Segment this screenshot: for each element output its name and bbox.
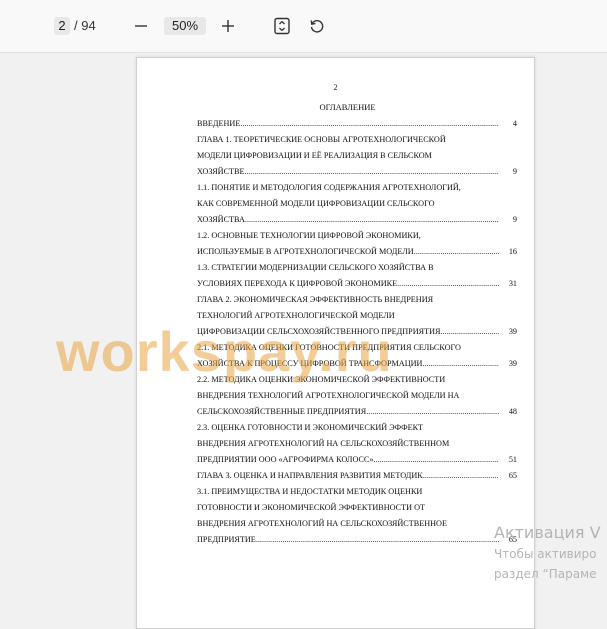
- toc-entry-line: 3.1. ПРЕИМУЩЕСТВА И НЕДОСТАТКИ МЕТОДИК О…: [197, 487, 423, 496]
- document-viewer[interactable]: 2 ОГЛАВЛЕНИЕ ВВЕДЕНИЕ...................…: [0, 53, 607, 629]
- fit-page-button[interactable]: [270, 14, 294, 38]
- toc-entry[interactable]: 2.3. ОЦЕНКА ГОТОВНОСТИ И ЭКОНОМИЧЕСКИЙ Э…: [197, 420, 517, 468]
- page-number: 2: [333, 83, 338, 92]
- toc-entry-line: ВНЕДРЕНИЯ ТЕХНОЛОГИЙ АГРОТЕХНОЛОГИЧЕСКОЙ…: [197, 391, 460, 400]
- document-page: 2 ОГЛАВЛЕНИЕ ВВЕДЕНИЕ...................…: [136, 57, 535, 629]
- toc-entry-line: 2.2. МЕТОДИКА ОЦЕНКИ ЭКОНОМИЧЕСКОЙ ЭФФЕК…: [197, 375, 446, 384]
- rotate-icon: [310, 20, 324, 33]
- toc-page-number: 65: [508, 471, 517, 480]
- zoom-out-button[interactable]: [129, 14, 153, 38]
- toc-entry-text: СЕЛЬСКОХОЗЯЙСТВЕННЫЕ ПРЕДПРИЯТИЯ: [197, 407, 367, 416]
- toc-entry[interactable]: 1.3. СТРАТЕГИИ МОДЕРНИЗАЦИИ СЕЛЬСКОГО ХО…: [197, 260, 517, 292]
- toc-entry-line: 2.3. ОЦЕНКА ГОТОВНОСТИ И ЭКОНОМИЧЕСКИЙ Э…: [197, 423, 424, 432]
- toc-entry-final-line: ПРЕДПРИЯТИЕ.............................…: [197, 532, 517, 548]
- toc-dot-leader: ........................................…: [373, 455, 499, 464]
- toc-entry-final-line: ЦИФРОВИЗАЦИИ СЕЛЬСХОХОЗЯЙСТВЕННОГО ПРЕДП…: [197, 324, 517, 340]
- toc-entry[interactable]: ГЛАВА 1. ТЕОРЕТИЧЕСКИЕ ОСНОВЫ АГРОТЕХНОЛ…: [197, 132, 517, 180]
- fit-page-icon: [274, 17, 290, 35]
- toc-entry[interactable]: 3.1. ПРЕИМУЩЕСТВА И НЕДОСТАТКИ МЕТОДИК О…: [197, 484, 517, 548]
- toc-entry-text: ХОЗЯЙСТВЕ: [197, 167, 245, 176]
- toc-entry-text: ЦИФРОВИЗАЦИИ СЕЛЬСХОХОЗЯЙСТВЕННОГО ПРЕДП…: [197, 327, 441, 336]
- toc-dot-leader: ........................................…: [397, 279, 499, 288]
- toc-entry-text: ВВЕДЕНИЕ: [197, 119, 241, 128]
- toc-page-number: 16: [508, 247, 517, 256]
- toc-entry-line: ГОТОВНОСТИ И ЭКОНОМИЧЕСКОЙ ЭФФЕКТИВНОСТИ…: [197, 503, 426, 512]
- toc-entry-text: ИСПОЛЬЗУЕМЫЕ В АГРОТЕХНОЛОГИЧЕСКОЙ МОДЕЛ…: [197, 247, 414, 256]
- toc-title: ОГЛАВЛЕНИЕ: [319, 102, 376, 112]
- toc-entry[interactable]: ГЛАВА 2. ЭКОНОМИЧЕСКАЯ ЭФФЕКТИВНОСТЬ ВНЕ…: [197, 292, 517, 340]
- zoom-level[interactable]: 50%: [164, 17, 206, 35]
- toc-entry[interactable]: 1.1. ПОНЯТИЕ И МЕТОДОЛОГИЯ СОДЕРЖАНИЯ АГ…: [197, 180, 517, 228]
- rotate-button[interactable]: [305, 14, 329, 38]
- toc-entry-final-line: ХОЗЯЙСТВА...............................…: [197, 212, 517, 228]
- toc-entry-final-line: УСЛОВИЯХ ПЕРЕХОДА К ЦИФРОВОЙ ЭКОНОМИКЕ..…: [197, 276, 517, 292]
- toc-entry-line: ВНЕДРЕНИЯ АГРОТЕХНОЛОГИЙ НА СЕЛЬСКОХОЗЯЙ…: [197, 519, 447, 528]
- toc-dot-leader: ........................................…: [413, 247, 499, 256]
- toc-page-number: 65: [508, 535, 517, 544]
- toc-page-number: 51: [508, 455, 517, 464]
- toc-dot-leader: ........................................…: [240, 119, 499, 128]
- current-page-input[interactable]: 2: [54, 17, 70, 35]
- zoom-in-button[interactable]: [216, 14, 240, 38]
- total-pages-label: / 94: [74, 18, 96, 33]
- table-of-contents: ВВЕДЕНИЕ................................…: [197, 116, 517, 548]
- toc-entry[interactable]: 2.1. МЕТОДИКА ОЦЕНКИ ГОТОВНОСТИ ПРЕДПРИЯ…: [197, 340, 517, 372]
- toc-entry-text: ХОЗЯЙСТВА К ПРОЦЕССУ ЦИФРОВОЙ ТРАНСФОРМА…: [197, 359, 423, 368]
- toc-entry-text: ХОЗЯЙСТВА: [197, 215, 245, 224]
- plus-icon: [222, 20, 234, 32]
- toc-dot-leader: ........................................…: [244, 167, 500, 176]
- toc-entry-line: 1.1. ПОНЯТИЕ И МЕТОДОЛОГИЯ СОДЕРЖАНИЯ АГ…: [197, 183, 461, 192]
- toc-entry-line: ТЕХНОЛОГИЙ АГРОТЕХНОЛОГИЧЕСКОЙ МОДЕЛИ: [197, 311, 395, 320]
- toc-entry-line: КАК СОВРЕМЕННОЙ МОДЕЛИ ЦИФРОВИЗАЦИИ СЕЛЬ…: [197, 199, 435, 208]
- toc-entry-line: 2.1. МЕТОДИКА ОЦЕНКИ ГОТОВНОСТИ ПРЕДПРИЯ…: [197, 343, 461, 352]
- toc-entry[interactable]: 2.2. МЕТОДИКА ОЦЕНКИ ЭКОНОМИЧЕСКОЙ ЭФФЕК…: [197, 372, 517, 420]
- toc-entry[interactable]: ВВЕДЕНИЕ................................…: [197, 116, 517, 132]
- toc-entry[interactable]: 1.2. ОСНОВНЫЕ ТЕХНОЛОГИИ ЦИФРОВОЙ ЭКОНОМ…: [197, 228, 517, 260]
- toc-entry-final-line: ПРЕДПРИЯТИИ ООО «АГРОФИРМА КОЛОСС»......…: [197, 452, 517, 468]
- toc-entry-text: ГЛАВА 3. ОЦЕНКА И НАПРАВЛЕНИЯ РАЗВИТИЯ М…: [197, 471, 423, 480]
- toc-dot-leader: ........................................…: [422, 471, 499, 480]
- toc-entry-line: ГЛАВА 2. ЭКОНОМИЧЕСКАЯ ЭФФЕКТИВНОСТЬ ВНЕ…: [197, 295, 434, 304]
- toc-dot-leader: ........................................…: [440, 327, 499, 336]
- toc-entry-text: УСЛОВИЯХ ПЕРЕХОДА К ЦИФРОВОЙ ЭКОНОМИКЕ: [197, 279, 398, 288]
- toc-entry-line: ВНЕДРЕНИЯ АГРОТЕХНОЛОГИЙ НА СЕЛЬСКОХОЗЯЙ…: [197, 439, 450, 448]
- toc-entry-line: МОДЕЛИ ЦИФРОВИЗАЦИИ И ЕЁ РЕАЛИЗАЦИЯ В СЕ…: [197, 151, 432, 160]
- toc-entry-line: ГЛАВА 1. ТЕОРЕТИЧЕСКИЕ ОСНОВЫ АГРОТЕХНОЛ…: [197, 135, 446, 144]
- toc-dot-leader: ........................................…: [422, 359, 499, 368]
- toc-dot-leader: ........................................…: [244, 215, 499, 224]
- toc-entry-final-line: ХОЗЯЙСТВЕ...............................…: [197, 164, 517, 180]
- toc-page-number: 9: [512, 215, 517, 224]
- toc-entry-line: 1.3. СТРАТЕГИИ МОДЕРНИЗАЦИИ СЕЛЬСКОГО ХО…: [197, 263, 434, 272]
- toc-entry-line: 1.2. ОСНОВНЫЕ ТЕХНОЛОГИИ ЦИФРОВОЙ ЭКОНОМ…: [197, 231, 421, 240]
- toc-page-number: 39: [508, 359, 517, 368]
- toc-entry-final-line: ГЛАВА 3. ОЦЕНКА И НАПРАВЛЕНИЯ РАЗВИТИЯ М…: [197, 468, 517, 484]
- toc-entry-final-line: СЕЛЬСКОХОЗЯЙСТВЕННЫЕ ПРЕДПРИЯТИЯ........…: [197, 404, 517, 420]
- toc-entry-text: ПРЕДПРИЯТИЕ: [197, 535, 256, 544]
- viewer-toolbar: 2 / 94 50%: [0, 0, 607, 53]
- toc-dot-leader: ........................................…: [255, 535, 499, 544]
- toc-entry-final-line: ИСПОЛЬЗУЕМЫЕ В АГРОТЕХНОЛОГИЧЕСКОЙ МОДЕЛ…: [197, 244, 517, 260]
- minus-icon: [135, 25, 147, 27]
- toc-page-number: 9: [512, 167, 517, 176]
- toc-entry-final-line: ХОЗЯЙСТВА К ПРОЦЕССУ ЦИФРОВОЙ ТРАНСФОРМА…: [197, 356, 517, 372]
- toc-entry-final-line: ВВЕДЕНИЕ................................…: [197, 116, 517, 132]
- toc-page-number: 39: [508, 327, 517, 336]
- toc-page-number: 4: [512, 119, 517, 128]
- toc-dot-leader: ........................................…: [366, 407, 499, 416]
- toc-page-number: 48: [508, 407, 517, 416]
- toc-entry-text: ПРЕДПРИЯТИИ ООО «АГРОФИРМА КОЛОСС»: [197, 455, 374, 464]
- toc-page-number: 31: [508, 279, 517, 288]
- toc-entry[interactable]: ГЛАВА 3. ОЦЕНКА И НАПРАВЛЕНИЯ РАЗВИТИЯ М…: [197, 468, 517, 484]
